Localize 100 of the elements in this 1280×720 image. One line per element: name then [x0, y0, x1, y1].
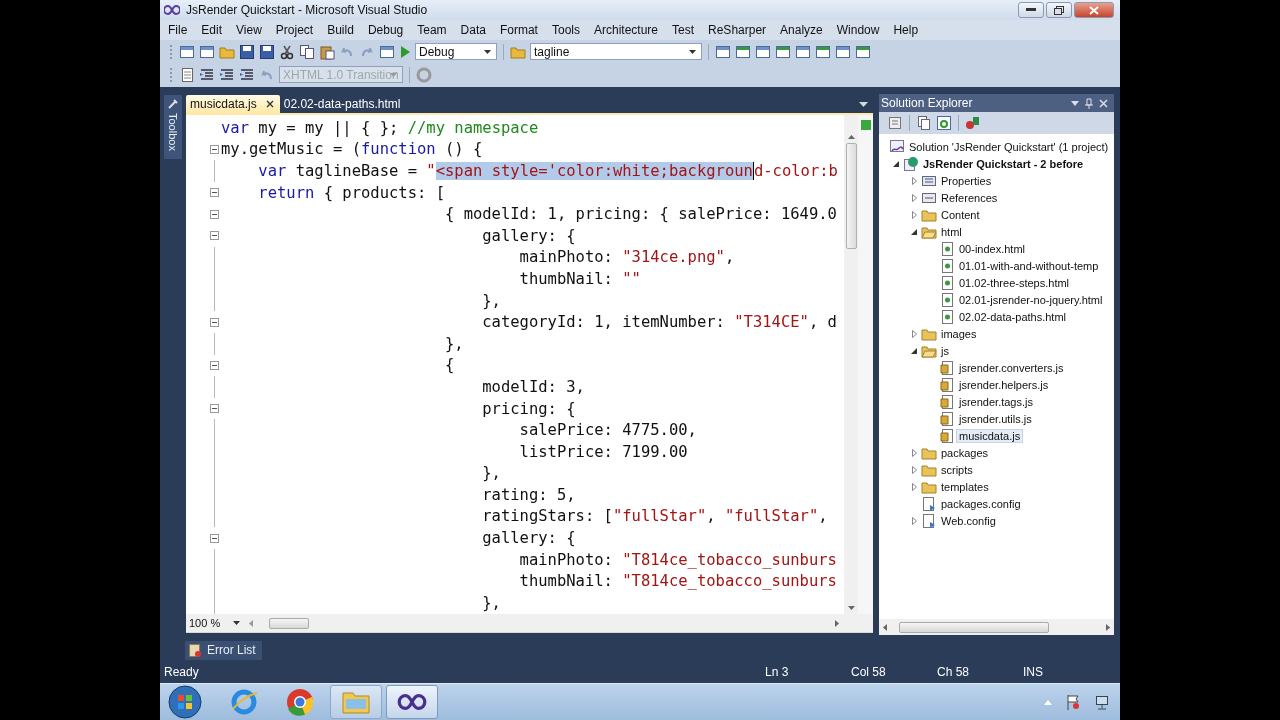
menu-item[interactable]: Project	[268, 23, 321, 37]
tree-item[interactable]: Content	[939, 208, 982, 221]
error-list-tab[interactable]: Error List	[185, 640, 262, 660]
collapsed-arrow-icon[interactable]	[911, 193, 917, 202]
tree-item[interactable]: packages	[939, 446, 991, 459]
collapsed-arrow-icon[interactable]	[911, 176, 917, 185]
collapse-icon[interactable]	[209, 404, 219, 413]
collapsed-arrow-icon[interactable]	[911, 210, 917, 219]
caret-icon[interactable]	[233, 621, 240, 625]
collapse-icon[interactable]	[209, 533, 219, 543]
menu-item[interactable]: Format	[492, 23, 545, 37]
scroll-thumb[interactable]	[845, 143, 857, 249]
files-icon[interactable]	[916, 115, 932, 131]
tree-item[interactable]: Solution 'JsRender Quickstart' (1 project)	[907, 140, 1111, 153]
menu-item[interactable]: Test	[665, 23, 702, 37]
window-icon[interactable]	[855, 43, 871, 60]
menu-item[interactable]: Architecture	[587, 23, 665, 37]
window-icon[interactable]	[179, 43, 195, 60]
tree-item[interactable]: 01.02-three-steps.html	[957, 276, 1072, 289]
network-icon[interactable]	[1094, 694, 1110, 710]
collapsed-arrow-icon[interactable]	[911, 448, 917, 457]
find-field[interactable]: tagline	[530, 43, 702, 60]
scroll-down-icon[interactable]	[847, 606, 855, 610]
menu-item[interactable]: Edit	[194, 23, 230, 37]
collapse-icon[interactable]	[209, 360, 219, 370]
tree-item[interactable]: jsrender.helpers.js	[957, 378, 1051, 391]
zoom-dropdown[interactable]: 100 %	[186, 615, 245, 631]
close-icon[interactable]	[265, 100, 274, 108]
menu-item[interactable]: Data	[453, 23, 493, 37]
menu-item[interactable]: View	[229, 23, 269, 37]
tree-item[interactable]: 01.01-with-and-without-temp	[957, 259, 1101, 272]
menu-item[interactable]: ReSharper	[701, 23, 774, 37]
scroll-left-icon[interactable]	[883, 623, 887, 631]
scroll-up-icon[interactable]	[847, 135, 855, 139]
scroll-right-icon[interactable]	[835, 619, 839, 627]
caret-icon[interactable]	[689, 50, 696, 54]
menu-item[interactable]: Team	[410, 23, 454, 37]
document-icon[interactable]	[179, 66, 195, 83]
collapse-icon[interactable]	[209, 209, 219, 219]
window-icon[interactable]	[775, 43, 791, 60]
tree-item[interactable]: images	[939, 327, 979, 340]
scissors-icon[interactable]	[279, 43, 295, 60]
window-icon[interactable]	[755, 43, 771, 60]
window-icon[interactable]	[795, 43, 811, 60]
refresh-icon[interactable]	[936, 115, 952, 131]
visual-studio-taskbar-button[interactable]	[386, 685, 438, 719]
indent-icon[interactable]	[219, 66, 235, 83]
expanded-arrow-icon[interactable]	[893, 160, 899, 167]
editor-tab[interactable]: 02.02-data-paths.html	[279, 95, 407, 113]
toolbox-tab[interactable]: Toolbox	[164, 95, 182, 159]
tree-item[interactable]: scripts	[939, 463, 975, 476]
menu-item[interactable]: File	[161, 23, 195, 37]
window-icon[interactable]	[835, 43, 851, 60]
collapse-icon[interactable]	[209, 231, 219, 241]
dropdown-icon[interactable]	[859, 102, 868, 107]
tree-item[interactable]: 02.02-data-paths.html	[957, 310, 1068, 323]
tree-item[interactable]: Properties	[939, 174, 994, 187]
menu-item[interactable]: Build	[320, 23, 361, 37]
tree-item[interactable]: 00-index.html	[957, 242, 1028, 255]
minimize-button[interactable]	[1018, 2, 1044, 18]
copy-icon[interactable]	[299, 43, 315, 60]
tree-item[interactable]: packages.config	[939, 497, 1023, 510]
collapse-icon[interactable]	[209, 144, 219, 154]
pin-icon[interactable]	[1085, 97, 1093, 109]
flag-icon[interactable]	[1066, 694, 1080, 710]
window-icon[interactable]	[715, 43, 731, 60]
scroll-thumb[interactable]	[269, 617, 309, 629]
configuration-dropdown[interactable]: Debug	[415, 43, 497, 60]
caret-icon[interactable]	[484, 50, 491, 54]
restore-button[interactable]	[1046, 2, 1072, 18]
window-icon[interactable]	[379, 43, 395, 60]
collapsed-arrow-icon[interactable]	[911, 482, 917, 491]
window-icon[interactable]	[735, 43, 751, 60]
tree-item[interactable]: Web.config	[939, 514, 998, 527]
expanded-arrow-icon[interactable]	[911, 228, 917, 235]
menu-item[interactable]: Window	[829, 23, 887, 37]
tree-item[interactable]: JsRender Quickstart - 2 before	[921, 157, 1086, 170]
properties-icon[interactable]	[887, 115, 903, 131]
tree-item[interactable]: jsrender.tags.js	[957, 395, 1035, 408]
collapsed-arrow-icon[interactable]	[911, 465, 917, 474]
menu-item[interactable]: Debug	[360, 23, 411, 37]
save-icon[interactable]	[259, 43, 275, 60]
diagram-icon[interactable]	[965, 115, 981, 131]
tree-item[interactable]: 02.01-jsrender-no-jquery.html	[957, 293, 1105, 306]
menu-item[interactable]: Analyze	[773, 23, 830, 37]
window-icon[interactable]	[199, 43, 215, 60]
collapsed-arrow-icon[interactable]	[911, 329, 917, 338]
window-icon[interactable]	[815, 43, 831, 60]
dropdown-icon[interactable]	[1071, 100, 1079, 106]
save-icon[interactable]	[239, 43, 255, 60]
collapse-icon[interactable]	[209, 188, 219, 198]
scroll-right-icon[interactable]	[1106, 623, 1110, 631]
tree-item[interactable]: jsrender.converters.js	[957, 361, 1066, 374]
menu-item[interactable]: Tools	[544, 23, 587, 37]
paste-icon[interactable]	[319, 43, 335, 60]
expanded-arrow-icon[interactable]	[911, 347, 917, 354]
tree-item[interactable]: jsrender.utils.js	[957, 412, 1034, 425]
indent-icon[interactable]	[199, 66, 215, 83]
tree-item[interactable]: js	[939, 344, 951, 357]
start-button[interactable]	[168, 685, 202, 719]
